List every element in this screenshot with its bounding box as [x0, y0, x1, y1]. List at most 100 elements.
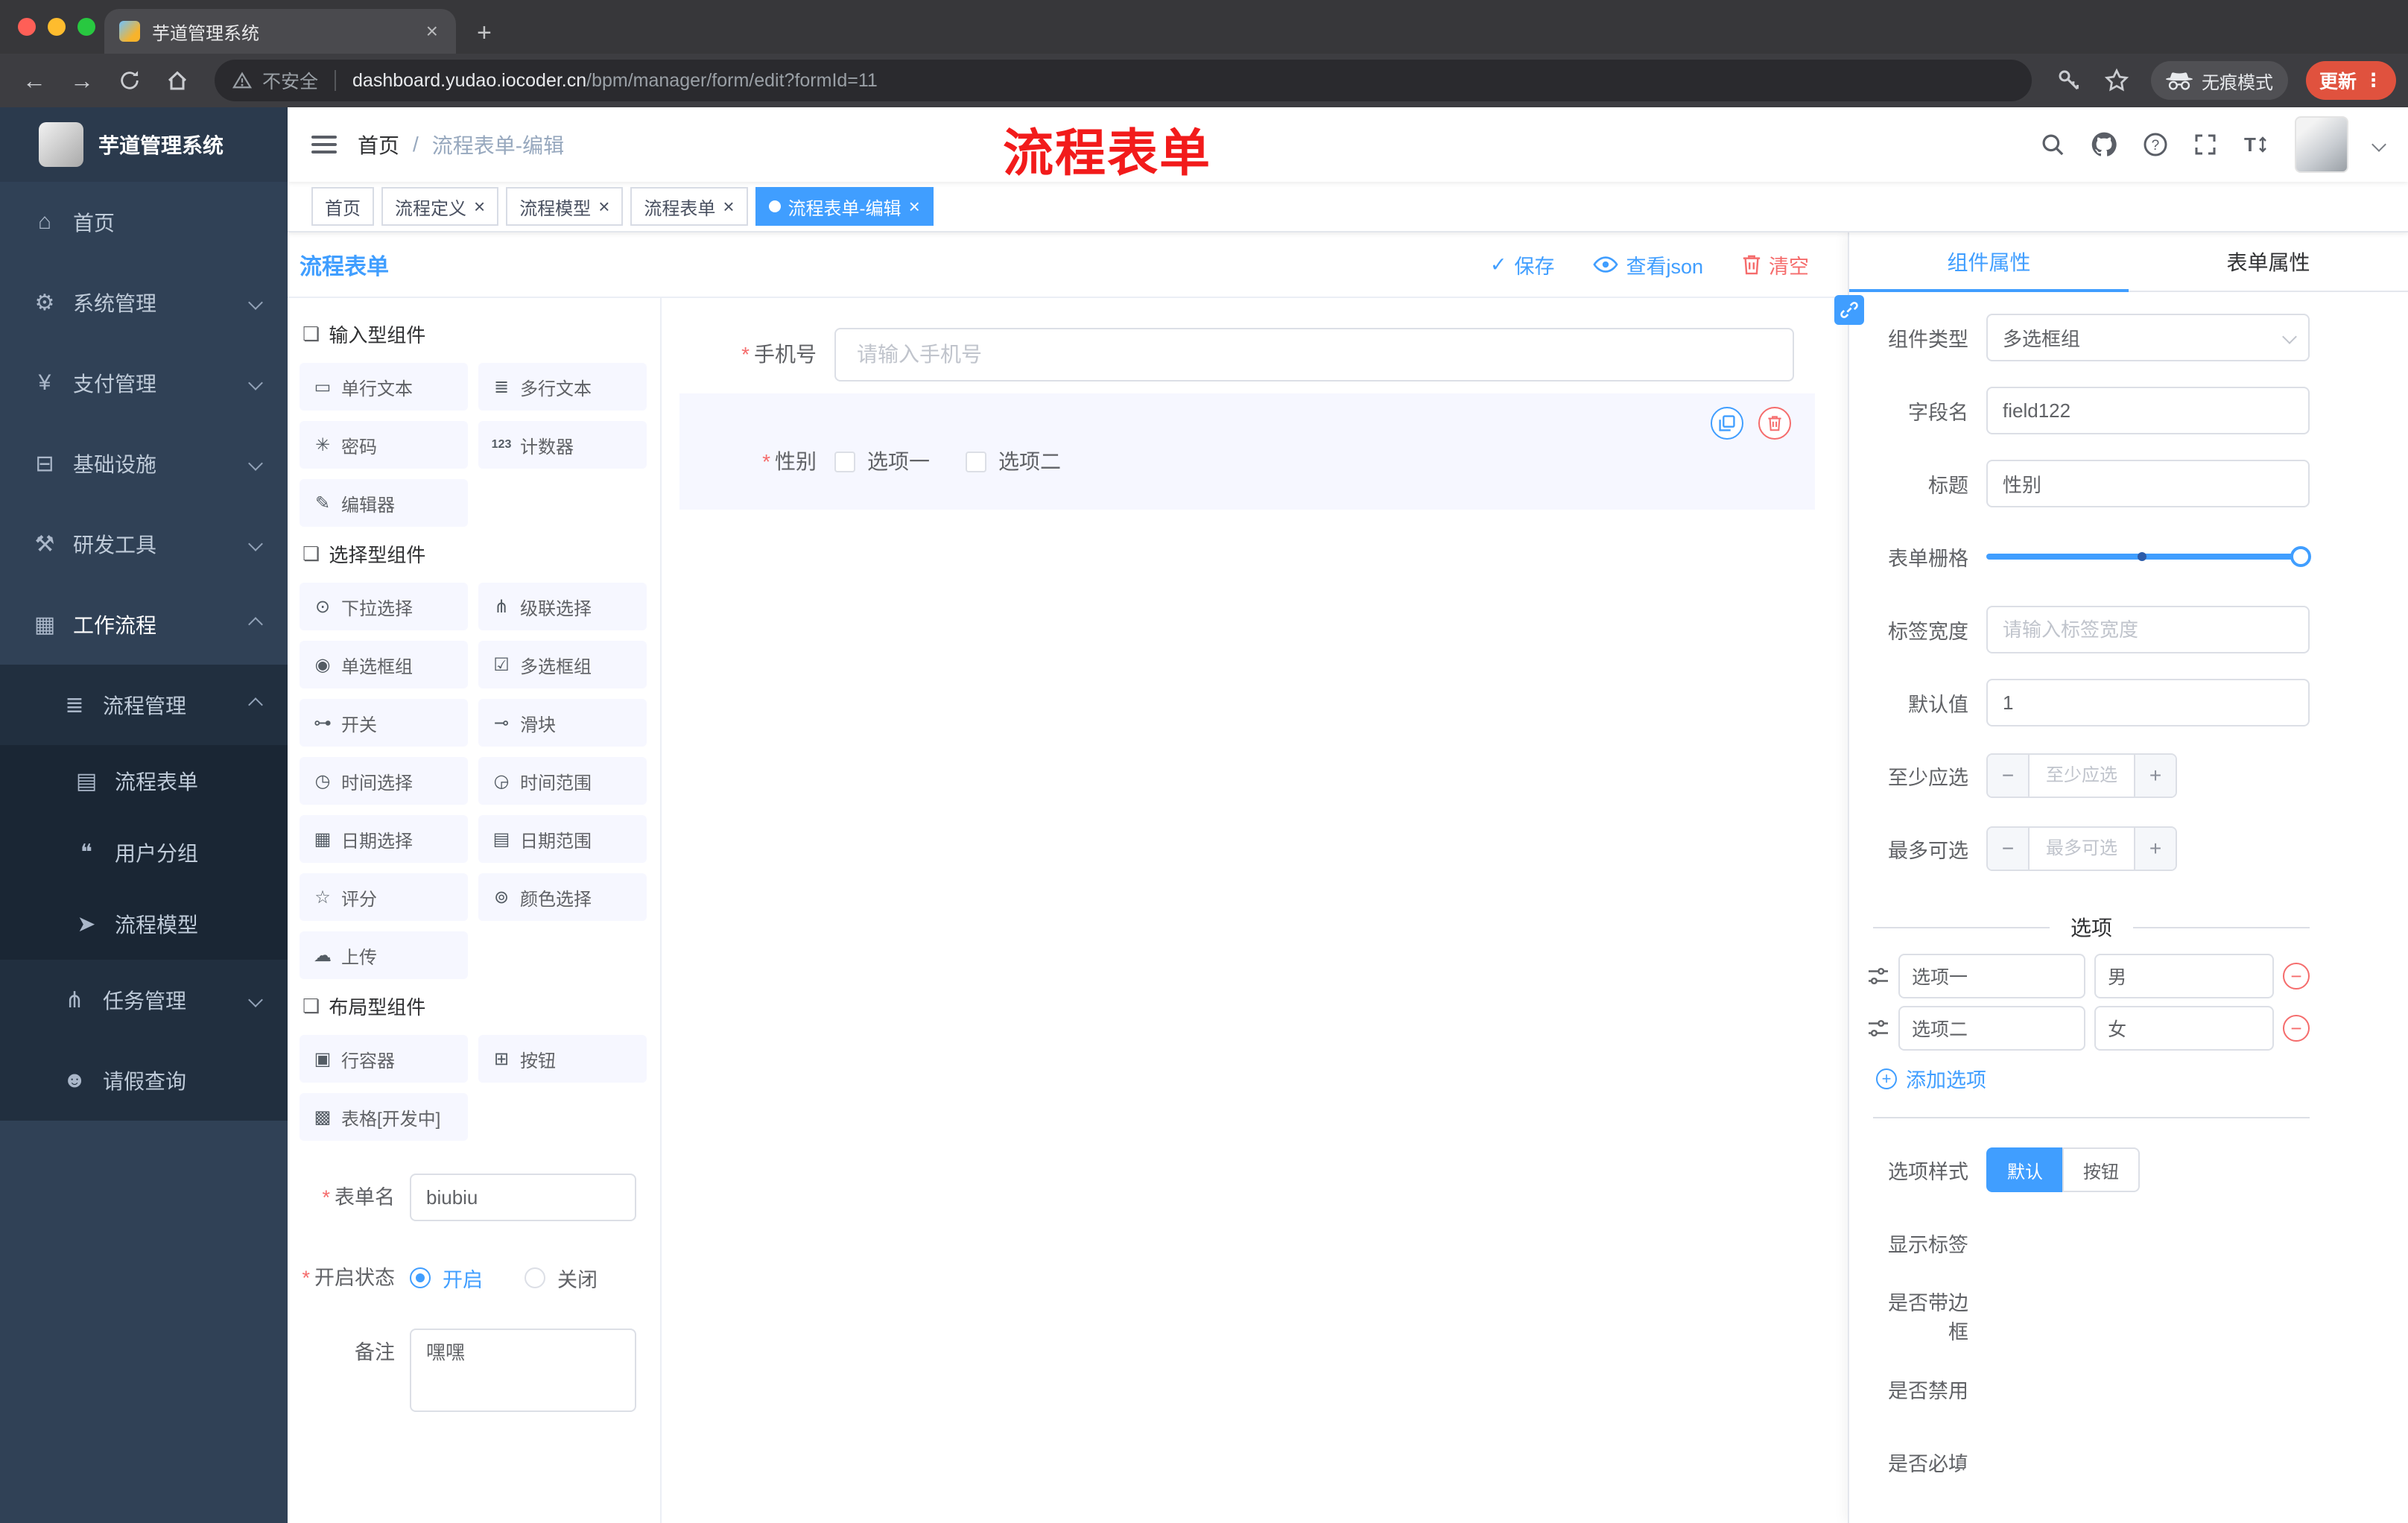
palette-item-date-picker[interactable]: ▦ 日期选择 [300, 815, 468, 863]
label-width-input[interactable] [1986, 606, 2310, 653]
app-logo[interactable]: 芋道管理系统 [0, 107, 288, 182]
increase-button[interactable]: + [2134, 828, 2176, 870]
add-option-button[interactable]: + 添加选项 [1876, 1064, 2310, 1093]
default-value-input[interactable] [1986, 679, 2310, 726]
option-value-input[interactable] [2094, 954, 2274, 998]
tag-process-model[interactable]: 流程模型 × [506, 187, 624, 226]
fullscreen-window-button[interactable] [77, 18, 95, 36]
security-label[interactable]: 不安全 [262, 67, 318, 94]
close-window-button[interactable] [18, 18, 36, 36]
github-icon[interactable] [2091, 131, 2117, 158]
tag-process-definition[interactable]: 流程定义 × [381, 187, 499, 226]
drag-handle-icon[interactable] [1867, 966, 1889, 986]
decrease-button[interactable]: − [1988, 755, 2030, 797]
sidebar-toggle-button[interactable] [311, 131, 337, 158]
palette-item-select[interactable]: ⊙ 下拉选择 [300, 583, 468, 630]
copy-field-button[interactable] [1711, 407, 1743, 440]
option-label-input[interactable] [1898, 954, 2086, 998]
password-key-icon[interactable] [2047, 60, 2091, 101]
increase-button[interactable]: + [2134, 755, 2176, 797]
fullscreen-icon[interactable] [2193, 133, 2217, 156]
search-icon[interactable] [2040, 132, 2065, 157]
home-button[interactable] [155, 60, 200, 101]
browser-tab[interactable]: 芋道管理系统 × [104, 9, 456, 54]
tab-form-props[interactable]: 表单属性 [2129, 232, 2408, 291]
palette-item-upload[interactable]: ☁ 上传 [300, 931, 468, 979]
selected-gender-field[interactable]: 性别 选项一 选项二 [679, 393, 1815, 510]
user-avatar[interactable] [2295, 116, 2348, 173]
form-canvas[interactable]: 手机号 [662, 298, 1848, 1523]
update-button[interactable]: 更新 ⋮ [2305, 61, 2396, 100]
sidebar-item-payment-management[interactable]: ¥ 支付管理 [0, 343, 288, 423]
palette-item-table[interactable]: ▩ 表格[开发中] [300, 1093, 468, 1141]
save-button[interactable]: ✓ 保存 [1490, 250, 1555, 279]
palette-item-color-picker[interactable]: ⊚ 颜色选择 [478, 873, 647, 921]
breadcrumb-home[interactable]: 首页 [358, 130, 399, 159]
form-name-input[interactable] [410, 1174, 636, 1221]
sidebar-item-process-management[interactable]: ≣ 流程管理 [0, 665, 288, 745]
palette-item-radio-group[interactable]: ◉ 单选框组 [300, 641, 468, 688]
gender-field[interactable]: 性别 选项一 选项二 [679, 435, 1815, 489]
phone-field[interactable]: 手机号 [679, 328, 1815, 381]
style-default-button[interactable]: 默认 [1986, 1147, 2064, 1192]
drag-handle-icon[interactable] [1867, 1019, 1889, 1038]
palette-item-date-range[interactable]: ▤ 日期范围 [478, 815, 647, 863]
back-button[interactable]: ← [12, 60, 57, 101]
forward-button[interactable]: → [60, 60, 104, 101]
palette-item-button[interactable]: ⊞ 按钮 [478, 1035, 647, 1083]
max-select-input[interactable] [2030, 828, 2134, 870]
sidebar-item-process-form[interactable]: ▤ 流程表单 [0, 745, 288, 817]
palette-item-time-range[interactable]: ◶ 时间范围 [478, 757, 647, 805]
option-label-input[interactable] [1898, 1006, 2086, 1051]
field-name-input[interactable] [1986, 387, 2310, 434]
link-button[interactable] [1834, 295, 1864, 325]
checkbox-label[interactable]: 选项一 [867, 435, 930, 489]
sidebar-item-user-group[interactable]: ❝ 用户分组 [0, 817, 288, 888]
title-input[interactable] [1986, 460, 2310, 507]
status-off-radio[interactable]: 关闭 [525, 1264, 598, 1293]
help-icon[interactable]: ? [2143, 132, 2168, 157]
reload-button[interactable] [107, 60, 152, 101]
palette-item-slider[interactable]: ⊸ 滑块 [478, 699, 647, 747]
sidebar-item-workflow[interactable]: ▦ 工作流程 [0, 584, 288, 665]
clear-button[interactable]: 清空 [1742, 250, 1809, 279]
palette-item-single-line-text[interactable]: ▭ 单行文本 [300, 363, 468, 411]
checkbox-icon[interactable] [834, 452, 855, 472]
decrease-button[interactable]: − [1988, 828, 2030, 870]
sidebar-item-leave-query[interactable]: ☻ 请假查询 [0, 1040, 288, 1121]
palette-item-multi-line-text[interactable]: ≣ 多行文本 [478, 363, 647, 411]
status-on-radio[interactable]: 开启 [410, 1264, 483, 1293]
grid-slider[interactable] [1986, 546, 2311, 567]
sidebar-item-process-model[interactable]: ➤ 流程模型 [0, 888, 288, 960]
tag-close-icon[interactable]: × [723, 197, 734, 216]
component-type-select[interactable]: 多选框组 [1986, 314, 2310, 361]
tag-home[interactable]: 首页 [311, 187, 374, 226]
palette-item-row-container[interactable]: ▣ 行容器 [300, 1035, 468, 1083]
view-json-button[interactable]: 查看json [1593, 250, 1703, 279]
new-tab-button[interactable]: + [477, 19, 492, 48]
tab-component-props[interactable]: 组件属性 [1849, 232, 2129, 292]
address-bar[interactable]: 不安全 dashboard.yudao.iocoder.cn/bpm/manag… [215, 60, 2032, 101]
tag-close-icon[interactable]: × [474, 197, 485, 216]
sidebar-item-infrastructure[interactable]: ⊟ 基础设施 [0, 423, 288, 504]
tab-close-icon[interactable]: × [423, 19, 441, 43]
option-value-input[interactable] [2094, 1006, 2274, 1051]
checkbox-label[interactable]: 选项二 [998, 435, 1061, 489]
tag-process-form-edit[interactable]: 流程表单-编辑 × [755, 187, 934, 226]
browser-menu-dots-icon[interactable]: ⋮ [2364, 69, 2383, 92]
slider-handle[interactable] [2290, 546, 2311, 567]
minimize-window-button[interactable] [48, 18, 66, 36]
palette-item-checkbox-group[interactable]: ☑ 多选框组 [478, 641, 647, 688]
palette-item-switch[interactable]: ⊶ 开关 [300, 699, 468, 747]
palette-item-editor[interactable]: ✎ 编辑器 [300, 479, 468, 527]
min-select-input[interactable] [2030, 755, 2134, 797]
tag-close-icon[interactable]: × [909, 197, 920, 216]
sidebar-item-task-management[interactable]: ⋔ 任务管理 [0, 960, 288, 1040]
palette-item-time-picker[interactable]: ◷ 时间选择 [300, 757, 468, 805]
palette-item-cascader[interactable]: ⋔ 级联选择 [478, 583, 647, 630]
delete-field-button[interactable] [1758, 407, 1791, 440]
palette-item-rate[interactable]: ☆ 评分 [300, 873, 468, 921]
remove-option-button[interactable]: − [2283, 963, 2310, 990]
font-size-icon[interactable]: T [2243, 133, 2269, 156]
tag-close-icon[interactable]: × [598, 197, 609, 216]
